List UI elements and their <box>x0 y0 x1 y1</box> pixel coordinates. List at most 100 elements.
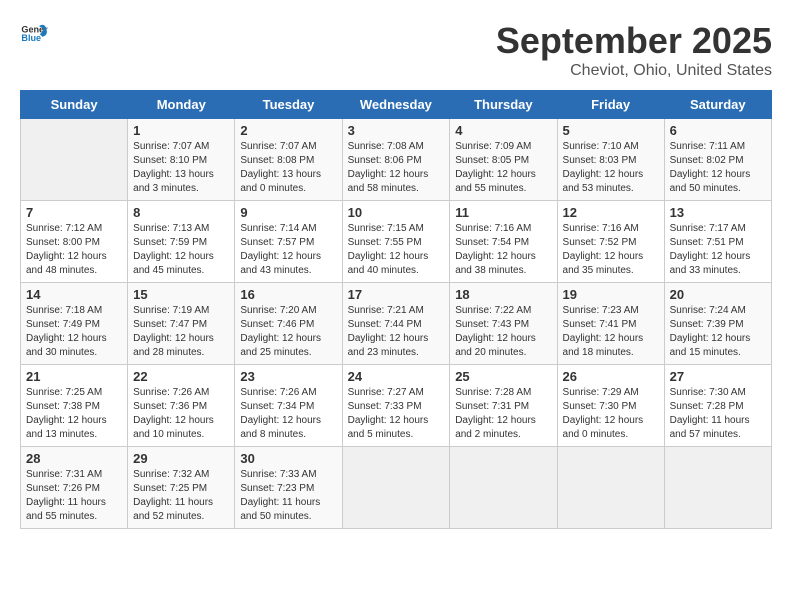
calendar-body: 1 Sunrise: 7:07 AMSunset: 8:10 PMDaylight… <box>21 119 772 529</box>
weekday-header-cell: Friday <box>557 91 664 119</box>
calendar-week-row: 21 Sunrise: 7:25 AMSunset: 7:38 PMDayligh… <box>21 365 772 447</box>
calendar-day-cell <box>664 447 771 529</box>
logo: General Blue <box>20 20 48 48</box>
calendar-day-cell: 14Sunrise: 7:18 AMSunset: 7:49 PMDayligh… <box>21 283 128 365</box>
day-number: 25 <box>455 369 551 384</box>
calendar-day-cell <box>21 119 128 201</box>
day-number: 15 <box>133 287 229 302</box>
calendar-day-cell: 29 Sunrise: 7:32 AMSunset: 7:25 PMDayligh… <box>128 447 235 529</box>
page-header: General Blue September 2025 Cheviot, Ohi… <box>20 20 772 80</box>
weekday-header-cell: Sunday <box>21 91 128 119</box>
day-number: 8 <box>133 205 229 220</box>
day-info: Sunrise: 7:07 AMSunset: 8:10 PMDaylight:… <box>133 140 229 196</box>
calendar-day-cell: 21 Sunrise: 7:25 AMSunset: 7:38 PMDayligh… <box>21 365 128 447</box>
calendar-day-cell <box>450 447 557 529</box>
day-number: 19 <box>563 287 659 302</box>
day-number: 2 <box>240 123 336 138</box>
day-info: Sunrise: 7:09 AMSunset: 8:05 PMDaylight:… <box>455 140 551 196</box>
calendar-day-cell: 12Sunrise: 7:16 AMSunset: 7:52 PMDayligh… <box>557 201 664 283</box>
day-info: Sunrise: 7:31 AMSunset: 7:26 PMDaylight:… <box>26 468 122 524</box>
day-number: 11 <box>455 205 551 220</box>
calendar-day-cell: 4 Sunrise: 7:09 AMSunset: 8:05 PMDaylight… <box>450 119 557 201</box>
day-number: 1 <box>133 123 229 138</box>
day-info: Sunrise: 7:29 AMSunset: 7:30 PMDaylight:… <box>563 386 659 442</box>
calendar-table: SundayMondayTuesdayWednesdayThursdayFrid… <box>20 90 772 529</box>
day-info: Sunrise: 7:10 AMSunset: 8:03 PMDaylight:… <box>563 140 659 196</box>
day-info: Sunrise: 7:13 AMSunset: 7:59 PMDaylight:… <box>133 222 229 278</box>
calendar-day-cell: 8 Sunrise: 7:13 AMSunset: 7:59 PMDaylight… <box>128 201 235 283</box>
day-number: 23 <box>240 369 336 384</box>
day-number: 7 <box>26 205 122 220</box>
calendar-day-cell: 5 Sunrise: 7:10 AMSunset: 8:03 PMDaylight… <box>557 119 664 201</box>
day-number: 22 <box>133 369 229 384</box>
day-info: Sunrise: 7:30 AMSunset: 7:28 PMDaylight:… <box>670 386 766 442</box>
day-number: 3 <box>348 123 445 138</box>
calendar-day-cell: 27 Sunrise: 7:30 AMSunset: 7:28 PMDayligh… <box>664 365 771 447</box>
weekday-header-cell: Saturday <box>664 91 771 119</box>
calendar-day-cell <box>557 447 664 529</box>
day-info: Sunrise: 7:24 AMSunset: 7:39 PMDaylight:… <box>670 304 766 360</box>
calendar-day-cell: 9 Sunrise: 7:14 AMSunset: 7:57 PMDaylight… <box>235 201 342 283</box>
day-info: Sunrise: 7:11 AMSunset: 8:02 PMDaylight:… <box>670 140 766 196</box>
day-info: Sunrise: 7:23 AMSunset: 7:41 PMDaylight:… <box>563 304 659 360</box>
calendar-day-cell: 19 Sunrise: 7:23 AMSunset: 7:41 PMDayligh… <box>557 283 664 365</box>
day-info: Sunrise: 7:26 AMSunset: 7:36 PMDaylight:… <box>133 386 229 442</box>
day-info: Sunrise: 7:15 AMSunset: 7:55 PMDaylight:… <box>348 222 445 278</box>
calendar-week-row: 1 Sunrise: 7:07 AMSunset: 8:10 PMDaylight… <box>21 119 772 201</box>
calendar-day-cell: 23 Sunrise: 7:26 AMSunset: 7:34 PMDayligh… <box>235 365 342 447</box>
day-info: Sunrise: 7:25 AMSunset: 7:38 PMDaylight:… <box>26 386 122 442</box>
day-info: Sunrise: 7:14 AMSunset: 7:57 PMDaylight:… <box>240 222 336 278</box>
day-info: Sunrise: 7:12 AMSunset: 8:00 PMDaylight:… <box>26 222 122 278</box>
calendar-day-cell: 10 Sunrise: 7:15 AMSunset: 7:55 PMDayligh… <box>342 201 450 283</box>
day-info: Sunrise: 7:33 AMSunset: 7:23 PMDaylight:… <box>240 468 336 524</box>
calendar-day-cell: 18Sunrise: 7:22 AMSunset: 7:43 PMDayligh… <box>450 283 557 365</box>
calendar-day-cell: 11 Sunrise: 7:16 AMSunset: 7:54 PMDayligh… <box>450 201 557 283</box>
day-info: Sunrise: 7:07 AMSunset: 8:08 PMDaylight:… <box>240 140 336 196</box>
calendar-day-cell: 2 Sunrise: 7:07 AMSunset: 8:08 PMDaylight… <box>235 119 342 201</box>
day-info: Sunrise: 7:21 AMSunset: 7:44 PMDaylight:… <box>348 304 445 360</box>
weekday-header-cell: Wednesday <box>342 91 450 119</box>
calendar-day-cell: 7 Sunrise: 7:12 AMSunset: 8:00 PMDaylight… <box>21 201 128 283</box>
calendar-day-cell: 20 Sunrise: 7:24 AMSunset: 7:39 PMDayligh… <box>664 283 771 365</box>
day-info: Sunrise: 7:16 AMSunset: 7:54 PMDaylight:… <box>455 222 551 278</box>
day-number: 26 <box>563 369 659 384</box>
day-number: 27 <box>670 369 766 384</box>
day-number: 21 <box>26 369 122 384</box>
calendar-day-cell <box>342 447 450 529</box>
calendar-day-cell: 22 Sunrise: 7:26 AMSunset: 7:36 PMDayligh… <box>128 365 235 447</box>
day-info: Sunrise: 7:32 AMSunset: 7:25 PMDaylight:… <box>133 468 229 524</box>
day-info: Sunrise: 7:18 AMSunset: 7:49 PMDaylight:… <box>26 304 122 360</box>
calendar-day-cell: 28Sunrise: 7:31 AMSunset: 7:26 PMDayligh… <box>21 447 128 529</box>
day-info: Sunrise: 7:19 AMSunset: 7:47 PMDaylight:… <box>133 304 229 360</box>
calendar-day-cell: 24Sunrise: 7:27 AMSunset: 7:33 PMDayligh… <box>342 365 450 447</box>
title-block: September 2025 Cheviot, Ohio, United Sta… <box>496 20 772 80</box>
day-number: 10 <box>348 205 445 220</box>
day-info: Sunrise: 7:17 AMSunset: 7:51 PMDaylight:… <box>670 222 766 278</box>
day-number: 9 <box>240 205 336 220</box>
location-title: Cheviot, Ohio, United States <box>496 62 772 80</box>
svg-text:Blue: Blue <box>21 33 41 43</box>
calendar-day-cell: 13Sunrise: 7:17 AMSunset: 7:51 PMDayligh… <box>664 201 771 283</box>
day-info: Sunrise: 7:20 AMSunset: 7:46 PMDaylight:… <box>240 304 336 360</box>
day-number: 18 <box>455 287 551 302</box>
logo-icon: General Blue <box>20 20 48 48</box>
day-number: 20 <box>670 287 766 302</box>
month-title: September 2025 <box>496 20 772 62</box>
calendar-week-row: 7 Sunrise: 7:12 AMSunset: 8:00 PMDaylight… <box>21 201 772 283</box>
day-info: Sunrise: 7:26 AMSunset: 7:34 PMDaylight:… <box>240 386 336 442</box>
weekday-header-cell: Tuesday <box>235 91 342 119</box>
calendar-day-cell: 16 Sunrise: 7:20 AMSunset: 7:46 PMDayligh… <box>235 283 342 365</box>
day-info: Sunrise: 7:28 AMSunset: 7:31 PMDaylight:… <box>455 386 551 442</box>
day-info: Sunrise: 7:27 AMSunset: 7:33 PMDaylight:… <box>348 386 445 442</box>
weekday-header-cell: Monday <box>128 91 235 119</box>
calendar-day-cell: 15 Sunrise: 7:19 AMSunset: 7:47 PMDayligh… <box>128 283 235 365</box>
calendar-week-row: 14Sunrise: 7:18 AMSunset: 7:49 PMDayligh… <box>21 283 772 365</box>
day-number: 29 <box>133 451 229 466</box>
calendar-day-cell: 3Sunrise: 7:08 AMSunset: 8:06 PMDaylight… <box>342 119 450 201</box>
day-number: 16 <box>240 287 336 302</box>
day-number: 5 <box>563 123 659 138</box>
calendar-day-cell: 6Sunrise: 7:11 AMSunset: 8:02 PMDaylight… <box>664 119 771 201</box>
day-number: 4 <box>455 123 551 138</box>
calendar-day-cell: 25 Sunrise: 7:28 AMSunset: 7:31 PMDayligh… <box>450 365 557 447</box>
calendar-day-cell: 26 Sunrise: 7:29 AMSunset: 7:30 PMDayligh… <box>557 365 664 447</box>
